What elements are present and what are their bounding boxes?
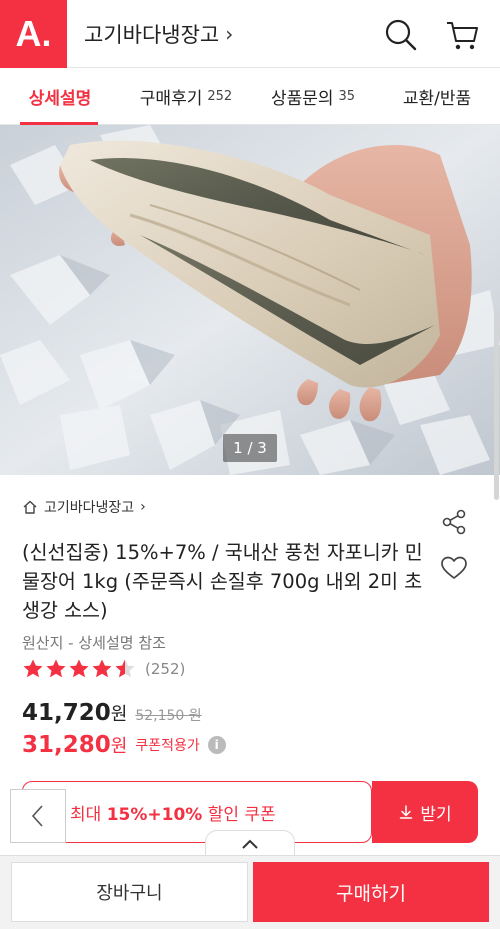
tab-exchange-return[interactable]: 교환/반품 (374, 68, 500, 125)
tab-detail[interactable]: 상세설명 (0, 68, 120, 125)
chevron-up-icon (242, 839, 258, 849)
search-icon[interactable] (380, 14, 420, 54)
coupon-price-unit: 원 (110, 736, 128, 757)
star-full-icon (23, 659, 43, 678)
coupon-price-row: 31,280원 쿠폰적용가 i (22, 732, 226, 758)
download-icon (400, 805, 413, 819)
product-origin: 원산지 - 상세설명 참조 (22, 634, 166, 652)
cart-icon[interactable] (442, 14, 482, 54)
home-icon (23, 500, 37, 514)
price: 41,720원 (22, 700, 127, 726)
store-breadcrumb[interactable]: 고기바다냉장고 › (22, 497, 146, 517)
coupon-price: 31,280원 (22, 732, 127, 758)
chevron-right-icon: › (140, 499, 146, 515)
star-full-icon (69, 659, 89, 678)
original-price: 52,150 원 (135, 708, 202, 724)
info-icon[interactable]: i (207, 736, 226, 754)
coupon-download-button[interactable]: 받기 (372, 781, 478, 843)
collapse-handle[interactable] (205, 830, 295, 856)
download-label: 받기 (420, 804, 452, 825)
tab-reviews[interactable]: 구매후기 252 (120, 68, 252, 125)
tab-label: 교환/반품 (402, 89, 472, 109)
add-to-cart-button[interactable]: 장바구니 (11, 862, 248, 922)
tab-count: 252 (207, 89, 233, 104)
price-row: 41,720원 52,150 원 (22, 700, 202, 726)
app-logo[interactable]: A. (0, 0, 67, 68)
star-full-icon (46, 659, 66, 678)
store-title: 고기바다냉장고 (84, 23, 220, 47)
app-header: A. 고기바다냉장고 › (0, 0, 500, 68)
chevron-right-icon: › (225, 22, 234, 46)
tab-count: 35 (338, 89, 356, 104)
back-button[interactable] (10, 789, 66, 843)
coupon-text-suffix: 할인 쿠폰 (202, 805, 276, 825)
coupon-text-rate: 15%+10% (106, 805, 203, 825)
share-icon[interactable] (440, 508, 468, 536)
scrollbar-thumb[interactable] (494, 310, 499, 500)
chevron-left-icon (31, 805, 43, 827)
buy-now-button[interactable]: 구매하기 (253, 862, 489, 922)
tab-label: 상세설명 (28, 89, 92, 109)
review-count: (252) (145, 660, 186, 678)
store-title-link[interactable]: 고기바다냉장고 › (84, 19, 233, 49)
tab-label: 상품문의 (270, 89, 334, 109)
star-full-icon (92, 659, 112, 678)
product-image[interactable] (0, 125, 500, 475)
price-value: 41,720 (22, 700, 111, 726)
breadcrumb-store-name: 고기바다냉장고 (44, 500, 135, 516)
coupon-price-value: 31,280 (22, 732, 111, 758)
tab-label: 구매후기 (139, 89, 203, 109)
coupon-text-prefix: 최대 (70, 805, 107, 825)
tab-qna[interactable]: 상품문의 35 (252, 68, 374, 125)
detail-tabs: 상세설명 구매후기 252 상품문의 35 교환/반품 (0, 68, 500, 125)
heart-icon[interactable] (440, 555, 468, 581)
product-title: (신선집중) 15%+7% / 국내산 풍천 자포니카 민물장어 1kg (주문… (22, 541, 423, 622)
rating-stars[interactable]: (252) (22, 658, 185, 680)
price-unit: 원 (110, 704, 128, 725)
coupon-price-label: 쿠폰적용가 (135, 738, 200, 754)
product-photo (0, 125, 500, 475)
image-pager: 1 / 3 (223, 434, 277, 462)
coupon-banner-text: 최대 15%+10% 할인 쿠폰 (70, 800, 276, 825)
star-half-icon (115, 659, 135, 678)
